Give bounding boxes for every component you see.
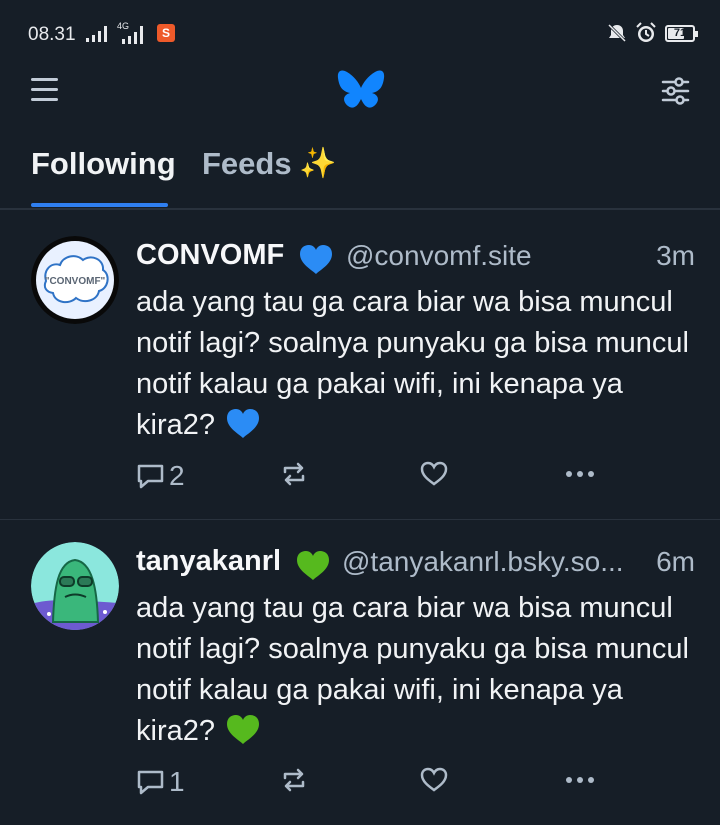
post-text-body: ada yang tau ga cara biar wa bisa muncul… (136, 592, 689, 747)
signal-bars-icon (122, 26, 143, 44)
post-actions: 2 (136, 460, 606, 494)
active-tab-indicator (31, 203, 168, 207)
green-heart-icon (297, 551, 329, 580)
post-header: CONVOMF @convomf.site 3m (136, 239, 696, 274)
handle[interactable]: @convomf.site (346, 240, 532, 272)
heart-outline-icon[interactable] (420, 460, 448, 488)
hamburger-menu-icon[interactable] (31, 78, 59, 106)
signal-bars-icon (86, 26, 107, 42)
avatar[interactable] (31, 542, 119, 630)
reply-icon (137, 770, 164, 795)
handle[interactable]: @tanyakanrl.bsky.so... (342, 546, 624, 578)
reply-button[interactable]: 2 (136, 460, 185, 492)
repost-icon[interactable] (280, 460, 308, 488)
post-text: ada yang tau ga cara biar wa bisa muncul… (136, 588, 706, 752)
reply-count: 2 (169, 460, 185, 491)
more-options-icon[interactable] (565, 470, 595, 478)
feed-post[interactable]: "CONVOMF" CONVOMF @convomf.site 3m ada y… (0, 214, 720, 520)
display-name[interactable]: CONVOMF (136, 239, 284, 272)
alarm-icon (636, 22, 656, 42)
post-text-body: ada yang tau ga cara biar wa bisa muncul… (136, 286, 689, 441)
blue-heart-icon (227, 409, 260, 438)
reply-button[interactable]: 1 (136, 766, 185, 798)
post-text: ada yang tau ga cara biar wa bisa muncul… (136, 282, 706, 446)
do-not-disturb-icon (607, 23, 627, 43)
status-time: 08.31 (28, 24, 76, 45)
blue-heart-icon (300, 245, 332, 274)
post-header: tanyakanrl @tanyakanrl.bsky.so... 6m (136, 545, 696, 580)
repost-icon[interactable] (280, 766, 308, 794)
green-heart-icon (227, 715, 260, 744)
tabs-divider (0, 208, 720, 210)
battery-level: 71 (673, 26, 687, 39)
reply-icon (137, 464, 164, 489)
tab-following[interactable]: Following (31, 146, 176, 182)
shopee-icon: S (157, 24, 175, 42)
bluesky-butterfly-icon[interactable] (336, 68, 386, 114)
avatar[interactable]: "CONVOMF" (31, 236, 119, 324)
status-bar: 08.31 4G S 71 (0, 0, 720, 68)
reply-count: 1 (169, 766, 185, 797)
avatar-logo-text: "CONVOMF" (45, 276, 106, 287)
more-options-icon[interactable] (565, 776, 595, 784)
heart-outline-icon[interactable] (420, 766, 448, 794)
tab-feeds[interactable]: Feeds (202, 146, 292, 182)
sliders-icon[interactable] (661, 77, 690, 105)
battery-icon: 71 (665, 24, 698, 42)
sparkles-icon: ✨ (299, 147, 337, 180)
display-name[interactable]: tanyakanrl (136, 545, 281, 578)
post-time[interactable]: 6m (656, 546, 695, 578)
post-time[interactable]: 3m (656, 240, 695, 272)
feed-post[interactable]: tanyakanrl @tanyakanrl.bsky.so... 6m ada… (0, 520, 720, 825)
post-actions: 1 (136, 766, 606, 800)
